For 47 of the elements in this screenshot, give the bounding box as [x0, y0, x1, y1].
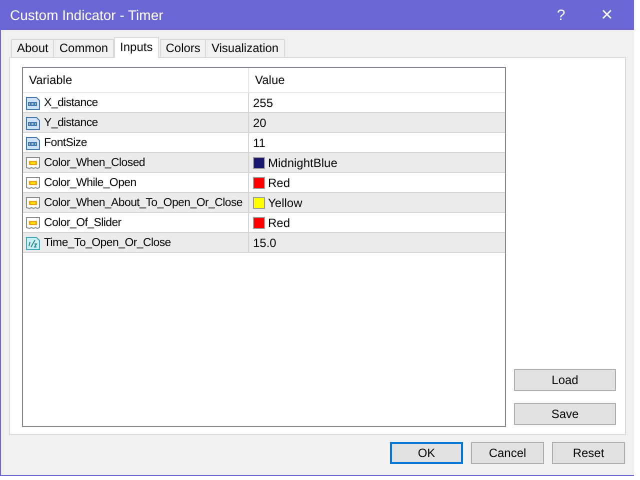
variable-value: 20	[253, 116, 266, 130]
variable-value: 255	[253, 96, 274, 110]
number-icon	[25, 94, 41, 110]
variable-value: Yellow	[268, 196, 302, 210]
variable-name: Color_When_Closed	[44, 156, 146, 168]
help-button[interactable]: ?	[538, 6, 584, 24]
variable-value: 15.0	[253, 236, 276, 250]
load-button[interactable]: Load	[514, 369, 616, 391]
color-icon	[25, 154, 41, 170]
tab[interactable]: Common	[53, 39, 114, 57]
save-button[interactable]: Save	[514, 403, 616, 425]
color-icon	[25, 174, 41, 190]
fraction-icon	[25, 234, 41, 250]
table-row[interactable]: Color_When_Closed MidnightBlue	[23, 153, 505, 173]
dialog-button[interactable]: OK	[390, 442, 463, 464]
dialog-button[interactable]: Cancel	[471, 442, 544, 464]
variable-name: Y_distance	[44, 116, 98, 128]
variable-value: Red	[268, 176, 290, 190]
tab[interactable]: Inputs	[114, 37, 159, 58]
column-header[interactable]: Value	[249, 68, 505, 92]
tab[interactable]: Visualization	[205, 39, 285, 57]
color-icon	[25, 194, 41, 210]
variable-value: Red	[268, 216, 290, 230]
variable-name: Color_While_Open	[44, 176, 136, 188]
table-row[interactable]: FontSize 11	[23, 133, 505, 153]
tab[interactable]: Colors	[160, 39, 206, 57]
column-header[interactable]: Variable	[23, 68, 249, 92]
dialog-button[interactable]: Reset	[552, 442, 625, 464]
variable-name: FontSize	[44, 136, 87, 148]
variable-value: 11	[253, 136, 266, 150]
window-title: Custom Indicator - Timer	[10, 7, 164, 23]
color-icon	[25, 214, 41, 230]
table-row[interactable]: Color_While_Open Red	[23, 173, 505, 193]
table-row[interactable]: X_distance 255	[23, 93, 505, 113]
number-icon	[25, 114, 41, 130]
number-icon	[25, 134, 41, 150]
table-row[interactable]: Color_When_About_To_Open_Or_Close Yellow	[23, 193, 505, 213]
variable-name: Color_When_About_To_Open_Or_Close	[44, 196, 243, 208]
variable-name: Color_Of_Slider	[44, 216, 122, 228]
variable-name: X_distance	[44, 96, 98, 108]
table-row[interactable]: Time_To_Open_Or_Close 15.0	[23, 233, 505, 253]
variable-name: Time_To_Open_Or_Close	[44, 236, 171, 248]
table-row[interactable]: Color_Of_Slider Red	[23, 213, 505, 233]
close-button[interactable]: ×	[584, 4, 630, 26]
tab[interactable]: About	[11, 39, 54, 57]
variable-value: MidnightBlue	[268, 156, 338, 170]
table-row[interactable]: Y_distance 20	[23, 113, 505, 133]
